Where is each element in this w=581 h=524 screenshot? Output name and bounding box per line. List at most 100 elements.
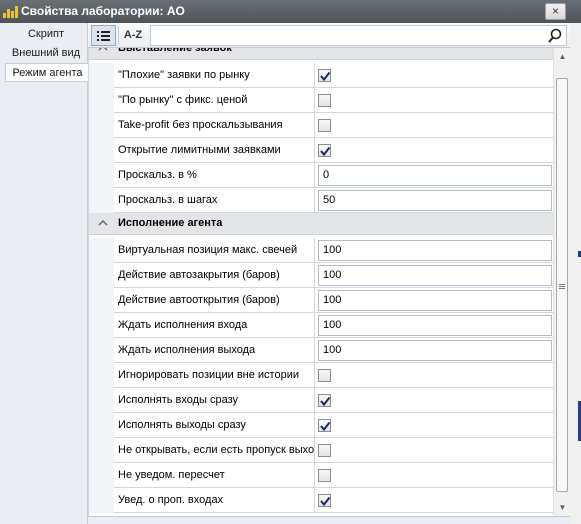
property-value-input[interactable]: 100 [318,290,552,311]
property-row: Действие автозакрытия (баров) 100 [89,263,553,288]
property-value-input[interactable]: 100 [318,315,552,336]
property-value-cell [315,463,553,488]
tab-script[interactable]: Скрипт [5,25,87,44]
property-value-input[interactable]: 50 [318,190,552,211]
alphabetical-sort-button[interactable]: A-Z [120,25,146,46]
row-gutter [89,388,114,413]
property-name: Не уведом. пересчет [114,463,315,488]
property-name: Игнорировать позиции вне истории [114,363,315,388]
property-name: "По рынку" с фикс. ценой [114,88,315,113]
property-value-cell: 100 [315,338,553,363]
property-value-input[interactable]: 0 [318,165,552,186]
bottom-border [88,516,570,524]
toolbar-separator [118,26,119,45]
row-gutter [89,238,114,263]
property-name: "Плохие" заявки по рынку [114,63,315,88]
tab-appearance[interactable]: Внешний вид [5,44,87,63]
property-name: Действие автозакрытия (баров) [114,263,315,288]
tab-label: Скрипт [27,28,64,40]
row-gutter [89,138,114,163]
property-checkbox[interactable] [318,444,331,457]
property-row: "По рынку" с фикс. ценой [89,88,553,113]
property-row: Исполнять выходы сразу [89,413,553,438]
window-title: Свойства лаборатории: AO [21,4,185,18]
property-value-cell [315,88,553,113]
row-gutter [89,188,114,213]
property-value-cell [315,138,553,163]
row-gutter [89,313,114,338]
row-gutter [89,438,114,463]
property-name: Увед. о проп. входах [114,488,315,513]
property-name: Ждать исполнения выхода [114,338,315,363]
vertical-scrollbar[interactable]: ▲ ▼ [553,48,570,516]
row-gutter [89,413,114,438]
property-checkbox[interactable] [318,144,331,157]
property-row: Открытие лимитными заявками [89,138,553,163]
category-header[interactable]: Исполнение агента [89,213,553,235]
scroll-thumb[interactable] [556,78,568,492]
property-checkbox[interactable] [318,94,331,107]
grip-line [559,288,565,289]
row-gutter [89,88,114,113]
row-gutter [89,113,114,138]
property-name: Исполнять входы сразу [114,388,315,413]
property-name: Проскальз. в шагах [114,188,315,213]
collapse-chevron-icon[interactable] [98,218,108,228]
category-header[interactable]: Выставление заявок [89,48,553,60]
search-input[interactable] [150,25,567,46]
grip-line [559,284,565,285]
property-value-input[interactable]: 100 [318,265,552,286]
property-row: Увед. о проп. входах [89,488,553,513]
property-checkbox[interactable] [318,394,331,407]
property-value-cell [315,388,553,413]
check-mark-icon [320,146,331,157]
property-row: Не открывать, если есть пропуск выхода [89,438,553,463]
title-bar[interactable]: Свойства лаборатории: AO × [0,0,581,23]
window-edge [570,23,581,524]
tab-label: Внешний вид [11,47,81,59]
property-value-cell: 100 [315,263,553,288]
grip-line [559,286,565,287]
check-mark-icon [320,421,331,432]
scroll-up-arrow-icon[interactable]: ▲ [554,48,571,65]
row-gutter [89,63,114,88]
property-row: "Плохие" заявки по рынку [89,63,553,88]
property-value-cell: 100 [315,288,553,313]
tab-agent-mode[interactable]: Режим агента [5,63,89,82]
property-value-input[interactable]: 100 [318,340,552,361]
property-value-cell [315,488,553,513]
row-gutter [89,263,114,288]
scroll-down-arrow-icon[interactable]: ▼ [554,499,571,516]
chart-bars-icon [3,5,19,18]
property-value-cell: 100 [315,238,553,263]
property-row: Виртуальная позиция макс. свечей 100 [89,238,553,263]
property-row: Действие автооткрытия (баров) 100 [89,288,553,313]
property-name: Действие автооткрытия (баров) [114,288,315,313]
categorized-view-button[interactable] [91,25,116,46]
property-value-cell [315,413,553,438]
property-value-cell: 0 [315,163,553,188]
property-checkbox[interactable] [318,419,331,432]
search-icon[interactable] [547,28,563,44]
row-gutter [89,463,114,488]
property-row: Ждать исполнения входа 100 [89,313,553,338]
row-gutter [89,163,114,188]
property-value-cell [315,113,553,138]
collapse-chevron-icon[interactable] [98,48,108,53]
property-value-input[interactable]: 100 [318,240,552,261]
check-mark-icon [320,396,331,407]
check-mark-icon [320,71,331,82]
property-value-cell: 50 [315,188,553,213]
row-gutter [89,488,114,513]
side-tab-panel: Скрипт Внешний вид Режим агента [0,23,89,524]
close-button[interactable]: × [545,3,566,20]
property-row: Проскальз. в % 0 [89,163,553,188]
property-checkbox[interactable] [318,69,331,82]
property-name: Не открывать, если есть пропуск выхода [114,438,315,463]
property-grid: Выставление заявок "Плохие" заявки по рын… [88,48,553,516]
property-row: Игнорировать позиции вне истории [89,363,553,388]
property-checkbox[interactable] [318,119,331,132]
property-checkbox[interactable] [318,369,331,382]
property-checkbox[interactable] [318,494,331,507]
property-checkbox[interactable] [318,469,331,482]
